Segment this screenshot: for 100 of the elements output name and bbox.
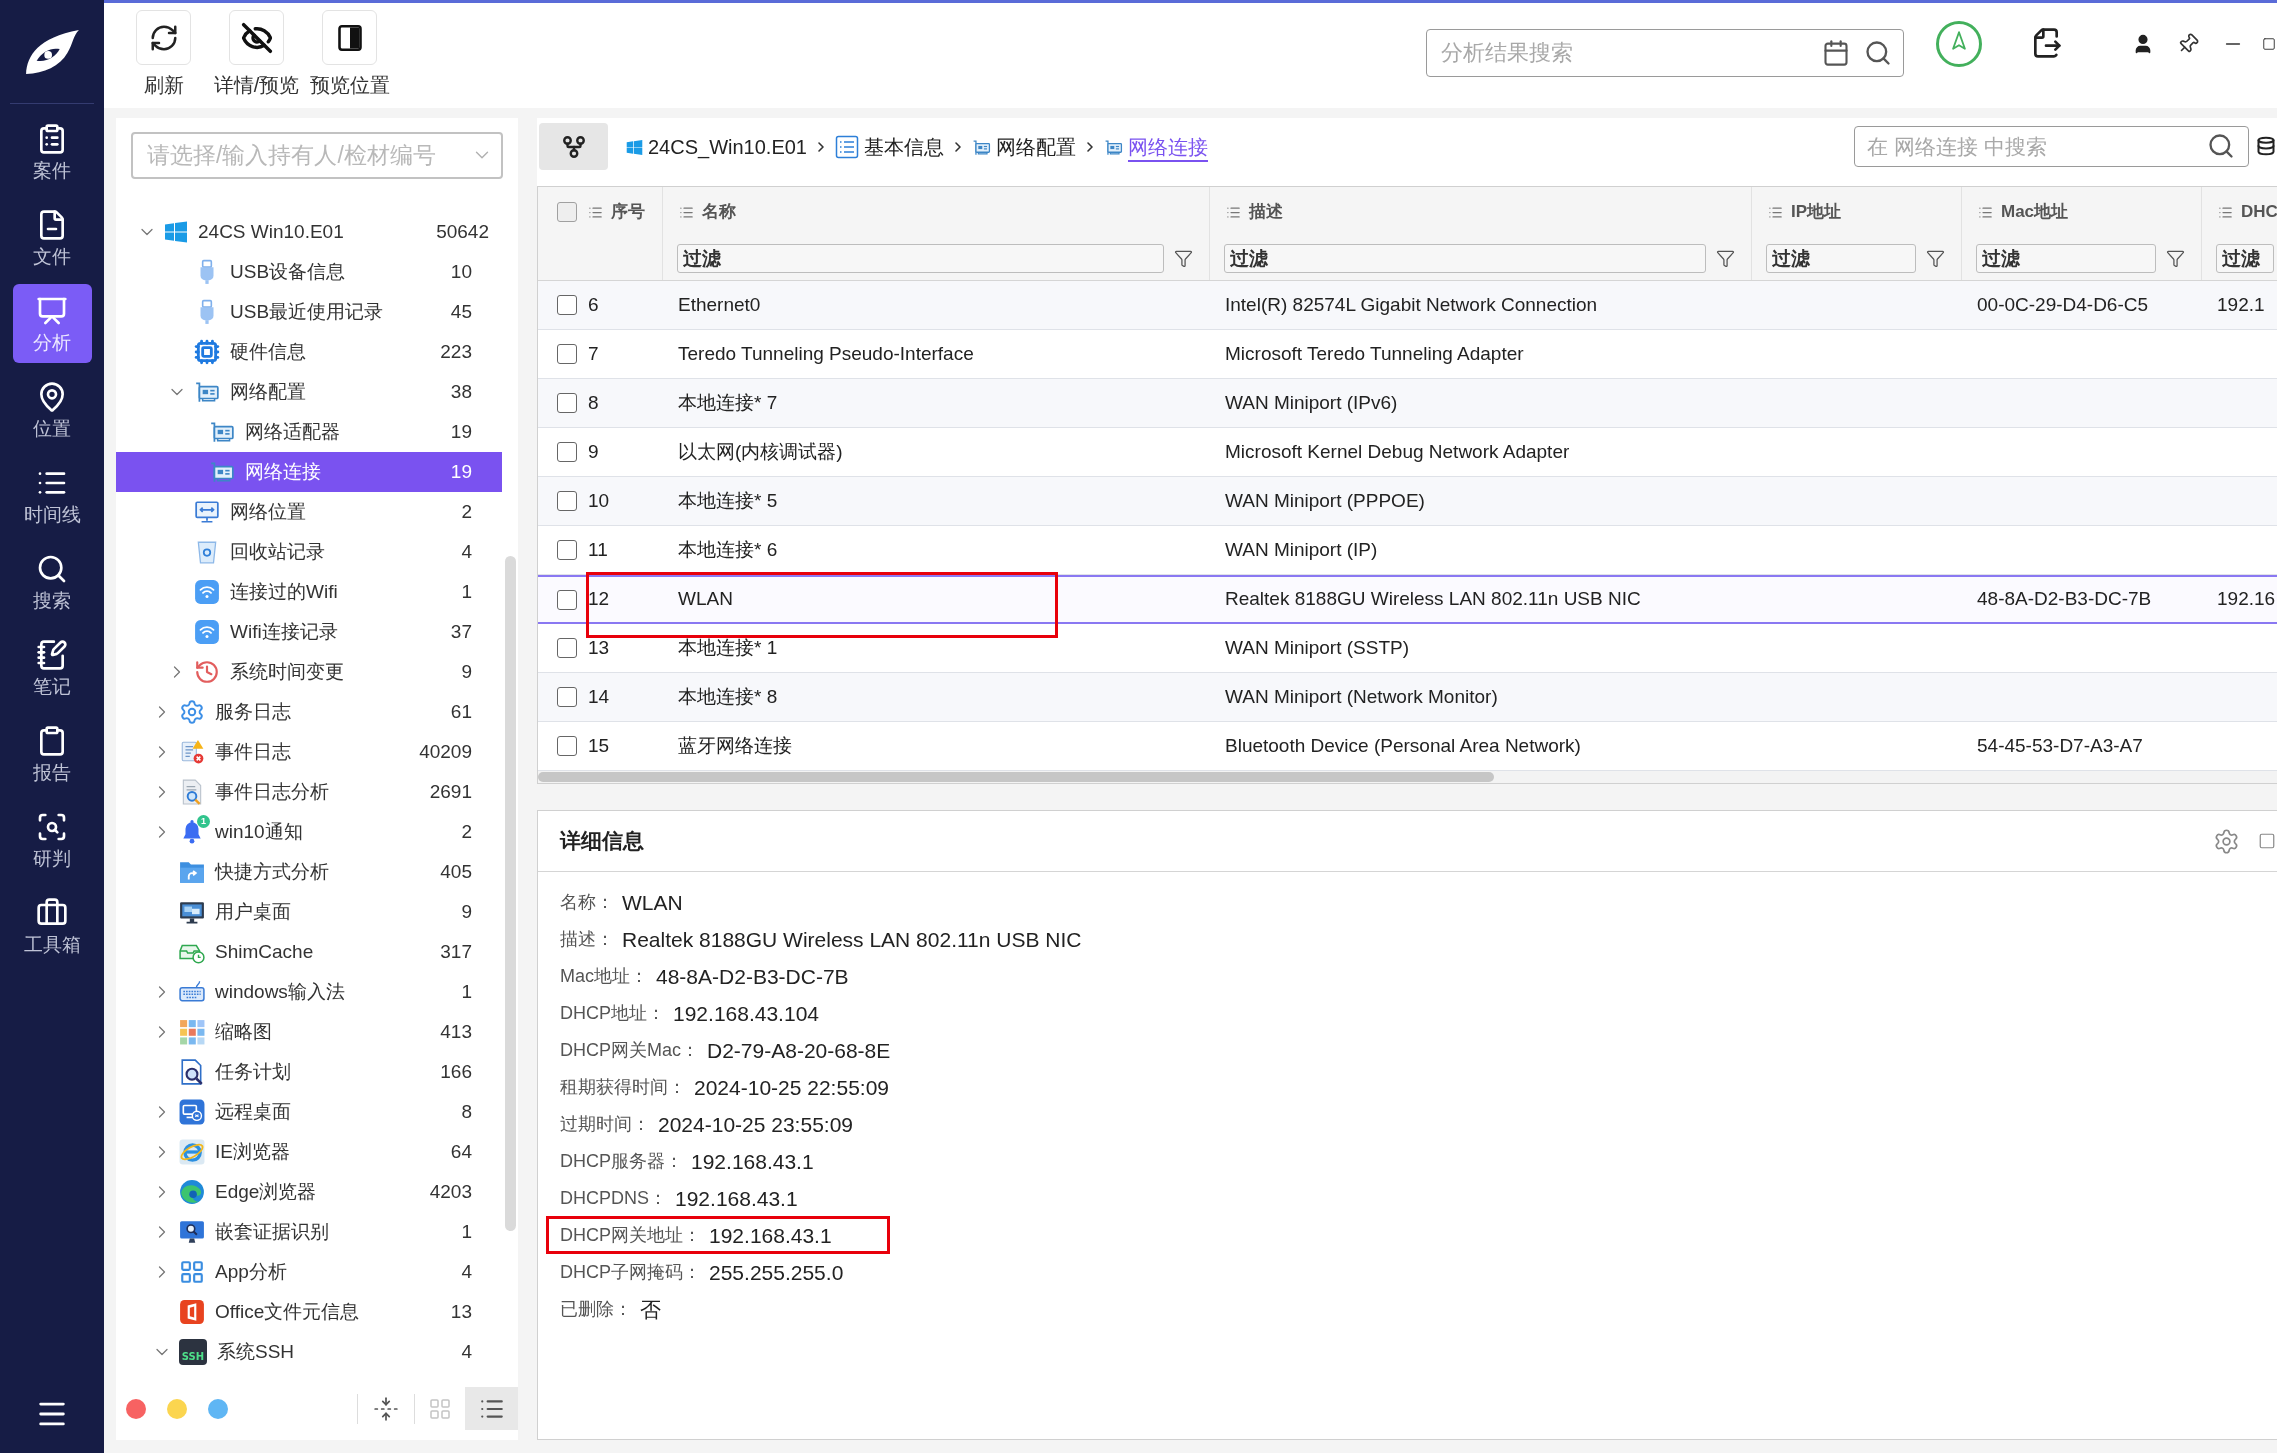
nav-item[interactable]: 案件 [12, 112, 92, 191]
filter-field[interactable]: 过滤 [1766, 244, 1916, 273]
column-menu-icon[interactable] [1978, 204, 1993, 220]
tree-item[interactable]: 系统时间变更 9 [116, 652, 502, 692]
scan-search-icon [36, 811, 68, 843]
tree-item[interactable]: 硬件信息 223 [116, 332, 502, 372]
tree-item[interactable]: SSH 系统SSH 4 [116, 1332, 502, 1372]
tree-item[interactable]: 回收站记录 4 [116, 532, 502, 572]
maximize-icon[interactable] [2262, 35, 2276, 53]
checkbox[interactable] [557, 638, 577, 658]
result-search-field[interactable]: 分析结果搜索 [1426, 29, 1904, 77]
filter-field[interactable]: 过滤 [1976, 244, 2156, 273]
toolbar-button[interactable]: 预览位置 [303, 10, 396, 95]
column-menu-icon[interactable] [679, 204, 694, 220]
checkbox[interactable] [557, 736, 577, 756]
breadcrumb-link[interactable]: 网络配置 [972, 132, 1076, 162]
tree-item[interactable]: ShimCache 317 [116, 932, 502, 972]
column-menu-icon[interactable] [588, 204, 603, 220]
checkbox[interactable] [557, 589, 577, 610]
nav-item[interactable]: 报告 [12, 714, 92, 793]
nav-item[interactable]: 搜索 [12, 542, 92, 621]
filter-icon[interactable] [1926, 249, 1945, 268]
column-header[interactable]: 名称 [702, 199, 736, 225]
tree-item[interactable]: 任务计划 166 [116, 1052, 502, 1092]
database-icon[interactable] [2256, 134, 2276, 158]
column-header[interactable]: IP地址 [1791, 199, 1842, 225]
item-count: 9 [461, 659, 472, 684]
breadcrumb-link[interactable]: 基本信息 [835, 132, 944, 162]
checkbox[interactable] [557, 687, 577, 707]
search-icon[interactable] [2207, 132, 2235, 160]
tree-item[interactable]: 网络配置 38 [116, 372, 502, 412]
tree-item[interactable]: Office文件元信息 13 [116, 1292, 502, 1332]
tree-item[interactable]: 快捷方式分析 405 [116, 852, 502, 892]
table-search-field[interactable]: 在 网络连接 中搜索 [1854, 126, 2249, 167]
tree-item[interactable]: 用户桌面 9 [116, 892, 502, 932]
nav-item[interactable]: 时间线 [12, 456, 92, 535]
breadcrumb-link[interactable]: 网络连接 [1104, 132, 1208, 162]
settings-icon[interactable] [2213, 827, 2240, 855]
tree-item[interactable]: 连接过的Wifi 1 [116, 572, 502, 612]
filter-icon[interactable] [1716, 249, 1735, 268]
tree-item[interactable]: 事件日志分析 2691 [116, 772, 502, 812]
column-menu-icon[interactable] [1768, 204, 1783, 220]
filter-icon[interactable] [1174, 249, 1193, 268]
toolbar-button[interactable]: 详情/预览 [210, 10, 303, 95]
toolbar-button[interactable]: 刷新 [117, 10, 210, 95]
column-menu-icon[interactable] [2218, 204, 2233, 220]
checkbox[interactable] [557, 393, 577, 413]
checkbox[interactable] [557, 295, 577, 315]
table-row[interactable]: 10 本地连接* 5 WAN Miniport (PPPOE) [538, 477, 2277, 526]
nav-item[interactable]: 分析 [12, 284, 92, 363]
scrollbar[interactable] [504, 556, 516, 1231]
calendar-icon[interactable] [1822, 39, 1850, 67]
column-menu-icon[interactable] [1226, 204, 1241, 220]
tree-item[interactable]: IE浏览器 64 [116, 1132, 502, 1172]
checkbox[interactable] [557, 344, 577, 364]
tree-item[interactable]: USB设备信息 10 [116, 252, 502, 292]
nav-item[interactable]: 位置 [12, 370, 92, 449]
nav-item[interactable]: 笔记 [12, 628, 92, 707]
tree-item[interactable]: 远程桌面 8 [116, 1092, 502, 1132]
tree-item[interactable]: windows输入法 1 [116, 972, 502, 1012]
checkbox[interactable] [557, 540, 577, 560]
branch-button[interactable] [539, 123, 608, 170]
search-icon[interactable] [1864, 39, 1892, 67]
table-row[interactable]: 6 Ethernet0 Intel(R) 82574L Gigabit Network Connection 00-0C-29-D4-D6-C5 192.1 [538, 281, 2277, 330]
tree-item[interactable]: USB最近使用记录 45 [116, 292, 502, 332]
column-header[interactable]: 描述 [1249, 199, 1283, 225]
tree-item[interactable]: 网络适配器 19 [116, 412, 502, 452]
tree-item[interactable]: 嵌套证据识别 1 [116, 1212, 502, 1252]
nav-item[interactable]: 研判 [12, 800, 92, 879]
column-header[interactable]: DHC [2241, 199, 2277, 225]
windows-logo-icon [164, 220, 188, 244]
tree-item[interactable]: 事件日志 40209 [116, 732, 502, 772]
checkbox[interactable] [557, 491, 577, 511]
table-row[interactable]: 14 本地连接* 8 WAN Miniport (Network Monitor) [538, 673, 2277, 722]
filter-field[interactable]: 过滤 [677, 244, 1164, 273]
tree-item[interactable]: 网络位置 2 [116, 492, 502, 532]
breadcrumb-link[interactable]: 24CS_Win10.E01 [626, 132, 807, 162]
checkbox[interactable] [557, 202, 577, 222]
filter-icon[interactable] [2166, 249, 2185, 268]
nav-item[interactable]: 工具箱 [12, 886, 92, 965]
column-header[interactable]: Mac地址 [2001, 199, 2069, 225]
tree-item[interactable]: 24CS Win10.E01 50642 [116, 212, 502, 252]
evidence-select[interactable]: 请选择/输入持有人/检材编号 [131, 132, 503, 179]
tree-item[interactable]: App分析 4 [116, 1252, 502, 1292]
filter-field[interactable]: 过滤 [1224, 244, 1706, 273]
nav-item[interactable]: 文件 [12, 198, 92, 277]
tree-item[interactable]: Edge浏览器 4203 [116, 1172, 502, 1212]
table-row[interactable]: 12 WLAN Realtek 8188GU Wireless LAN 802.11n USB NIC 48-8A-D2-B3-DC-7B 192.16 [538, 575, 2277, 624]
column-header[interactable]: 序号 [611, 199, 645, 225]
tree-item[interactable]: 1 win10通知 2 [116, 812, 502, 852]
view-toggle[interactable] [465, 1387, 518, 1430]
filter-field[interactable]: 过滤 [2216, 244, 2274, 273]
checkbox[interactable] [557, 442, 577, 462]
tree-item[interactable]: 服务日志 61 [116, 692, 502, 732]
tree-item[interactable]: 缩略图 413 [116, 1012, 502, 1052]
tree-item[interactable]: 网络连接 19 [116, 452, 502, 492]
table-row[interactable]: 8 本地连接* 7 WAN Miniport (IPv6) [538, 379, 2277, 428]
scrollbar[interactable] [538, 771, 1494, 782]
tree-item[interactable]: Wifi连接记录 37 [116, 612, 502, 652]
item-count: 38 [450, 379, 472, 404]
